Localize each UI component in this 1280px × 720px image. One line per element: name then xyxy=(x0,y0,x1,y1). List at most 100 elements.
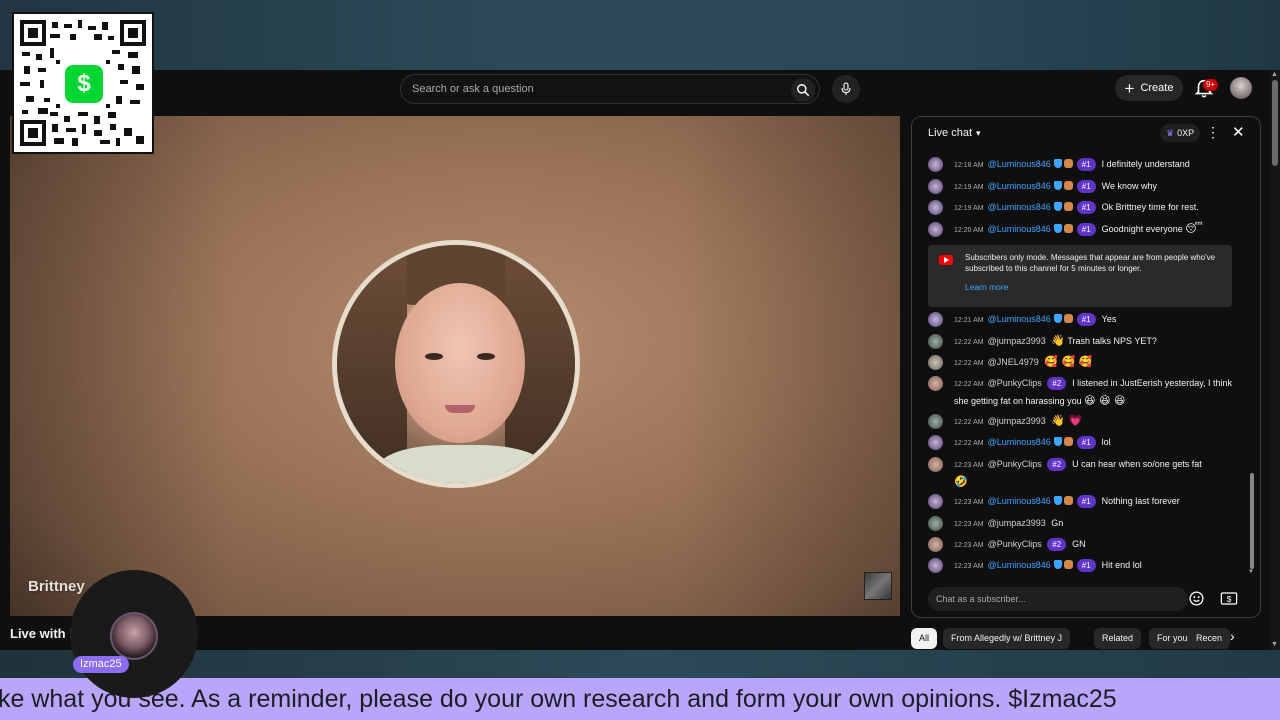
chat-message[interactable]: 12:23 AM @PunkyClips #2 U can hear when so… xyxy=(928,456,1248,490)
message-time: 12:21 AM xyxy=(954,317,984,324)
message-author[interactable]: @jumpaz3993 xyxy=(988,336,1046,346)
moderator-badge-icon xyxy=(1053,496,1062,505)
emoji-picker-icon[interactable] xyxy=(1188,590,1205,607)
chat-message[interactable]: 12:23 AM @PunkyClips #2 GN xyxy=(928,536,1248,554)
chat-message[interactable]: 12:18 AM @Luminous846 #1 I definitely under… xyxy=(928,156,1248,174)
chat-scrollbar-thumb[interactable] xyxy=(1250,473,1254,569)
rank-badge: #1 xyxy=(1076,158,1096,171)
laughing-emoji-icon: 😆 😆 😆 xyxy=(1084,394,1126,407)
chip-recent[interactable]: Recen xyxy=(1188,628,1231,649)
wave-heart-emoji-icon: 👋 💗 xyxy=(1051,414,1083,427)
message-author[interactable]: @jumpaz3993 xyxy=(988,416,1046,426)
message-time: 12:23 AM xyxy=(954,563,984,570)
xp-badge[interactable]: ♛ 0XP xyxy=(1160,124,1201,142)
message-author[interactable]: @PunkyClips xyxy=(988,539,1042,549)
chat-message[interactable]: 12:19 AM @Luminous846 #1 We know why xyxy=(928,178,1248,196)
chat-author-avatar xyxy=(928,376,943,391)
message-author[interactable]: @PunkyClips xyxy=(988,459,1042,469)
message-time: 12:23 AM xyxy=(954,462,984,469)
scroll-up-arrow-icon[interactable]: ▲ xyxy=(1271,71,1278,78)
crown-icon: ♛ xyxy=(1166,127,1175,138)
chip-from-channel[interactable]: From Allegedly w/ Brittney J xyxy=(943,628,1071,649)
chat-message[interactable]: 12:21 AM @Luminous846 #1 Yes xyxy=(928,311,1248,329)
notice-text: Subscribers only mode. Messages that app… xyxy=(965,253,1216,273)
waving-hand-emoji-icon: 👋 xyxy=(1051,334,1065,347)
learn-more-link[interactable]: Learn more xyxy=(965,282,1008,292)
create-label: Create xyxy=(1140,82,1174,94)
rank-badge: #2 xyxy=(1047,458,1067,471)
message-text: We know why xyxy=(1101,181,1158,191)
moderator-badge-icon xyxy=(1053,181,1062,190)
message-time: 12:18 AM xyxy=(954,162,984,169)
search-button[interactable] xyxy=(791,78,815,102)
voice-search-button[interactable] xyxy=(832,75,860,103)
chat-title: Live chat xyxy=(928,127,973,139)
chat-message[interactable]: 12:22 AM @jumpaz3993 👋 Trash talks NPS YE… xyxy=(928,333,1248,351)
streamer-portrait xyxy=(332,240,580,488)
member-badge-icon xyxy=(1063,224,1073,233)
chat-scroll-down-icon[interactable]: ▼ xyxy=(1248,569,1254,575)
chat-message-list: 12:18 AM @Luminous846 #1 I definitely under… xyxy=(912,153,1260,577)
chip-all[interactable]: All xyxy=(911,628,938,649)
live-stream-title[interactable]: Live with I xyxy=(10,626,73,641)
chat-author-avatar xyxy=(928,494,943,509)
rank-badge: #1 xyxy=(1076,313,1096,326)
message-author[interactable]: @Luminous846 xyxy=(988,224,1051,234)
streamer-avatar xyxy=(110,612,158,660)
chat-author-avatar xyxy=(928,537,943,552)
message-author[interactable]: @JNEL4979 xyxy=(988,357,1039,367)
message-author[interactable]: @Luminous846 xyxy=(988,181,1051,191)
rank-badge: #1 xyxy=(1076,559,1096,572)
microphone-icon xyxy=(841,82,851,95)
chip-related[interactable]: Related xyxy=(1094,628,1142,649)
chat-message[interactable]: 12:22 AM @Luminous846 #1 lol xyxy=(928,434,1248,452)
chat-message[interactable]: 12:23 AM @jumpaz3993 Gn xyxy=(928,515,1248,533)
rank-badge: #1 xyxy=(1076,436,1096,449)
chat-author-avatar xyxy=(928,516,943,531)
chat-author-avatar xyxy=(928,157,943,172)
chat-message[interactable]: 12:20 AM @Luminous846 #1 Goodnight everyone… xyxy=(928,221,1248,239)
message-text: U can hear when so/one gets fat xyxy=(1072,459,1202,469)
message-author[interactable]: @Luminous846 xyxy=(988,496,1051,506)
super-chat-icon[interactable]: $ xyxy=(1220,591,1238,606)
message-author[interactable]: @Luminous846 xyxy=(988,159,1051,169)
chevron-right-icon[interactable]: › xyxy=(1230,628,1235,644)
chat-message[interactable]: 12:23 AM @Luminous846 #1 Hit end lol xyxy=(928,557,1248,575)
moderator-badge-icon xyxy=(1053,437,1062,446)
video-player[interactable]: Brittney xyxy=(10,116,900,616)
subscribers-only-notice: Subscribers only mode. Messages that app… xyxy=(928,245,1232,307)
member-badge-icon xyxy=(1063,202,1073,211)
page-scrollbar[interactable]: ▲ ▼ xyxy=(1270,70,1280,650)
message-author[interactable]: @jumpaz3993 xyxy=(988,518,1046,528)
rank-badge: #2 xyxy=(1047,538,1067,551)
member-badge-icon xyxy=(1063,496,1073,505)
message-author[interactable]: @PunkyClips xyxy=(988,378,1042,388)
chat-message[interactable]: 12:22 AM @jumpaz3993 👋 💗 xyxy=(928,413,1248,431)
heart-eyes-emoji-icon: 🥰 🥰 🥰 xyxy=(1044,355,1093,368)
page-scrollbar-thumb[interactable] xyxy=(1272,80,1278,166)
message-time: 12:23 AM xyxy=(954,542,984,549)
chat-message[interactable]: 12:19 AM @Luminous846 #1 Ok Brittney time f… xyxy=(928,199,1248,217)
member-badge-icon xyxy=(1063,437,1073,446)
chat-mode-dropdown[interactable]: Live chat ▾ xyxy=(928,127,981,139)
chat-message[interactable]: 12:22 AM @JNEL4979 🥰 🥰 🥰 xyxy=(928,354,1248,372)
search-input[interactable] xyxy=(412,83,782,95)
create-button[interactable]: + Create xyxy=(1115,75,1183,101)
sleeping-emoji-icon: 😴 xyxy=(1185,222,1203,235)
chat-close-icon[interactable]: ✕ xyxy=(1232,123,1245,141)
chat-more-options-icon[interactable]: ⋮ xyxy=(1206,124,1220,141)
chat-message[interactable]: 12:23 AM @Luminous846 #1 Nothing last forev… xyxy=(928,493,1248,511)
scroll-down-arrow-icon[interactable]: ▼ xyxy=(1271,641,1278,648)
streamer-name-tag: Izmac25 xyxy=(73,656,129,673)
chat-author-avatar xyxy=(928,334,943,349)
message-author[interactable]: @Luminous846 xyxy=(988,560,1051,570)
account-avatar[interactable] xyxy=(1230,77,1252,99)
recommendation-chips: All From Allegedly w/ Brittney J Related… xyxy=(911,628,1261,650)
message-author[interactable]: @Luminous846 xyxy=(988,202,1051,212)
search-bar[interactable] xyxy=(400,74,820,104)
message-author[interactable]: @Luminous846 xyxy=(988,437,1051,447)
chat-message[interactable]: 12:22 AM @PunkyClips #2 I listened in Just… xyxy=(928,375,1248,409)
chat-input[interactable] xyxy=(928,587,1188,611)
message-time: 12:22 AM xyxy=(954,440,984,447)
message-author[interactable]: @Luminous846 xyxy=(988,314,1051,324)
